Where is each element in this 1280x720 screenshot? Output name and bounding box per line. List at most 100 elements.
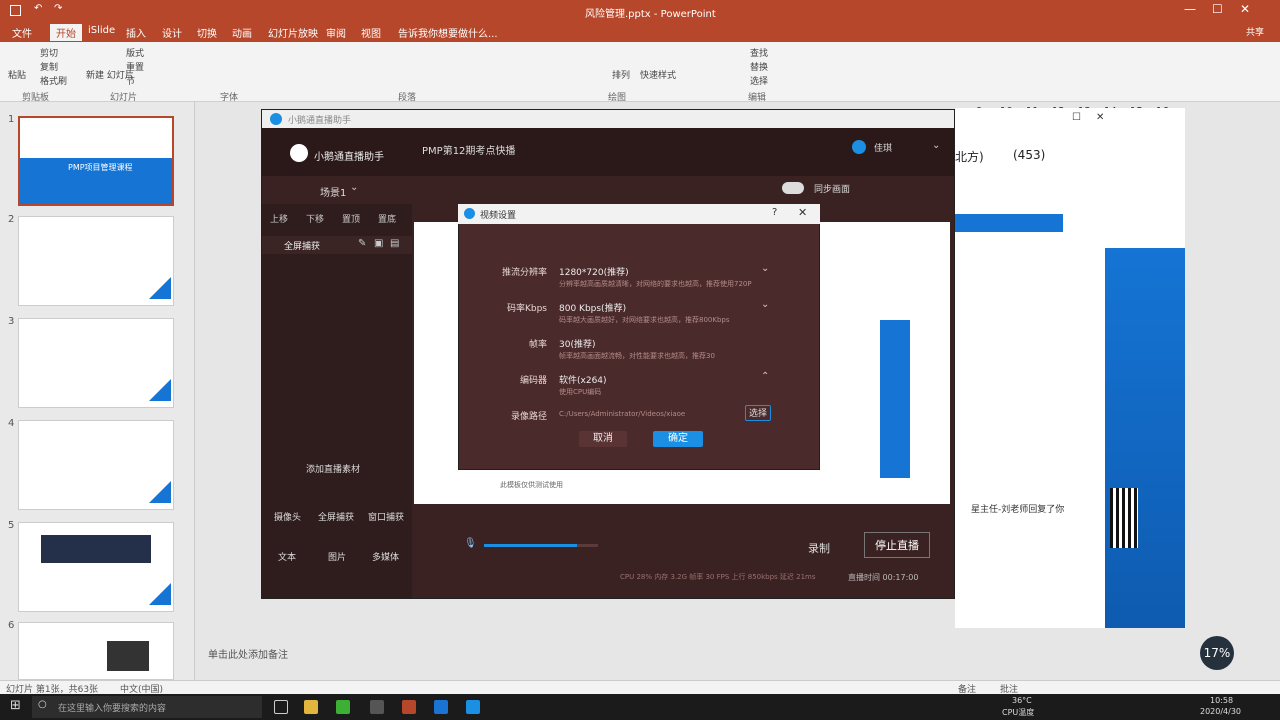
sync-toggle-label: 同步画面	[814, 185, 851, 195]
arrange-button[interactable]: 排列	[612, 68, 630, 81]
record-button[interactable]: 录制	[808, 540, 830, 556]
microphone-icon[interactable]: 🎙	[464, 538, 477, 549]
copy-button[interactable]: 复制	[40, 60, 58, 73]
encoder-chevron-icon[interactable]: ⌃	[761, 371, 769, 382]
move-down-button[interactable]: 下移	[306, 212, 324, 225]
slide-blue-shape	[1105, 248, 1185, 628]
replace-button[interactable]: 替换	[750, 60, 768, 73]
user-label[interactable]: 佳琪	[874, 141, 892, 154]
taskbar-search[interactable]: ○ 在这里输入你要搜索的内容	[32, 696, 262, 718]
task-view-icon[interactable]	[274, 700, 288, 714]
slide-thumb-1[interactable]: PMP项目管理课程	[18, 116, 174, 206]
window-capture-button[interactable]: 窗口捕获	[368, 510, 404, 523]
tab-insert[interactable]: 插入	[126, 25, 146, 40]
app-brand-icon	[290, 144, 308, 162]
resolution-chevron-icon[interactable]: ⌄	[761, 263, 769, 274]
bitrate-label: 码率Kbps	[506, 304, 547, 314]
user-avatar[interactable]	[852, 140, 866, 154]
minimize-button[interactable]: —	[1184, 2, 1196, 16]
text-source-button[interactable]: 文本	[278, 550, 296, 563]
notes-placeholder[interactable]: 单击此处添加备注	[208, 646, 288, 661]
ppt-taskbar-icon[interactable]	[402, 700, 416, 714]
redo-icon[interactable]: ↷	[54, 3, 62, 14]
tab-review[interactable]: 审阅	[326, 25, 346, 40]
clock-time[interactable]: 10:58	[1210, 696, 1233, 705]
tab-animations[interactable]: 动画	[232, 25, 252, 40]
scene-selector[interactable]: 场景1	[320, 184, 346, 199]
close-button[interactable]: ✕	[1240, 2, 1250, 16]
bitrate-hint: 码率越大画质越好，对网络要求也越高，推荐800Kbps	[559, 316, 730, 324]
tab-slideshow[interactable]: 幻灯片放映	[268, 25, 318, 40]
windows-start-icon[interactable]: ⊞	[10, 698, 21, 713]
bitrate-select[interactable]: 800 Kbps(推荐)	[559, 301, 626, 314]
explorer-icon[interactable]	[304, 700, 318, 714]
camera-source-button[interactable]: 摄像头	[274, 510, 301, 523]
tab-view[interactable]: 视图	[361, 25, 381, 40]
slide-thumbnails: 1 PMP项目管理课程 2 3 4 5 6	[0, 102, 195, 680]
scene-chevron-icon[interactable]: ⌄	[350, 182, 358, 193]
screen-capture-button[interactable]: 全屏捕获	[318, 510, 354, 523]
lock-icon[interactable]: ▣	[374, 238, 383, 249]
tab-design[interactable]: 设计	[162, 25, 182, 40]
cancel-button[interactable]: 取消	[579, 431, 627, 447]
stop-live-button[interactable]: 停止直播	[864, 532, 930, 558]
live-app-header: 小鹅通直播助手 PMP第12期考点快播 佳琪 ⌄	[262, 128, 954, 176]
dialog-close-button[interactable]: ✕	[798, 206, 807, 219]
move-bottom-button[interactable]: 置底	[378, 212, 396, 225]
search-icon: ○	[38, 699, 47, 710]
ribbon-group-labels: 剪贴板 幻灯片 字体 段落 绘图 编辑	[0, 90, 1280, 103]
help-icon[interactable]: ?	[772, 207, 777, 218]
ppt-title-bar: ↶ ↷ 风险管理.pptx - PowerPoint 康飞 — ☐ ✕	[0, 0, 1280, 38]
save-icon[interactable]	[10, 5, 21, 16]
encoder-select[interactable]: 软件(x264)	[559, 373, 607, 386]
app-icon[interactable]	[370, 700, 384, 714]
tab-islide[interactable]: iSlide	[88, 25, 115, 36]
slide-thumb-2[interactable]	[18, 216, 174, 306]
find-button[interactable]: 查找	[750, 46, 768, 59]
tab-file[interactable]: 文件	[12, 25, 32, 40]
volume-slider[interactable]	[484, 544, 598, 547]
select-button[interactable]: 选择	[750, 74, 768, 87]
slide-thumb-6[interactable]	[18, 622, 174, 680]
tell-me-search[interactable]: 告诉我你想要做什么...	[398, 25, 498, 40]
layout-button[interactable]: 版式	[126, 46, 144, 59]
clock-date[interactable]: 2020/4/30	[1200, 707, 1241, 716]
move-top-button[interactable]: 置顶	[342, 212, 360, 225]
browse-button[interactable]: 选择	[745, 405, 771, 421]
menu-chevron-icon[interactable]: ⌄	[932, 140, 940, 151]
reset-button[interactable]: 重置	[126, 60, 144, 73]
slide-thumb-5[interactable]	[18, 522, 174, 612]
undo-icon[interactable]: ↶	[34, 3, 42, 14]
live-app-taskbar-icon[interactable]	[466, 700, 480, 714]
ok-button[interactable]: 确定	[653, 431, 703, 447]
record-path-value[interactable]: C:/Users/Administrator/Videos/xiaoe	[559, 410, 685, 418]
media-source-button[interactable]: 多媒体	[372, 550, 399, 563]
app-maximize-button[interactable]: ☐	[1072, 112, 1081, 123]
app-close-button[interactable]: ✕	[1096, 112, 1104, 123]
paste-button[interactable]: 粘贴	[8, 68, 26, 81]
edit-icon[interactable]: ✎	[358, 238, 366, 249]
edge-icon[interactable]	[434, 700, 448, 714]
image-source-button[interactable]: 图片	[328, 550, 346, 563]
quick-styles-button[interactable]: 快速样式	[640, 68, 676, 81]
slide-thumb-4[interactable]	[18, 420, 174, 510]
section-button[interactable]: 节	[126, 74, 135, 87]
sync-toggle[interactable]	[782, 182, 804, 194]
app-window-title: 小鹅通直播助手	[288, 116, 352, 126]
cut-button[interactable]: 剪切	[40, 46, 58, 59]
slide-canvas[interactable]: 北方) (453) 星主任-刘老师回复了你	[955, 108, 1185, 628]
share-button[interactable]: 共享	[1246, 25, 1264, 38]
move-up-button[interactable]: 上移	[270, 212, 288, 225]
slide-number: 2	[8, 214, 15, 225]
delete-icon[interactable]: ▤	[390, 238, 399, 249]
source-item[interactable]: 全屏捕获 ✎ ▣ ▤	[262, 236, 412, 254]
framerate-select[interactable]: 30(推荐)	[559, 337, 595, 350]
tab-transitions[interactable]: 切换	[197, 25, 217, 40]
bitrate-chevron-icon[interactable]: ⌄	[761, 299, 769, 310]
wechat-icon[interactable]	[336, 700, 350, 714]
resolution-select[interactable]: 1280*720(推荐)	[559, 265, 629, 278]
format-painter-button[interactable]: 格式刷	[40, 74, 67, 87]
slide-thumb-3[interactable]	[18, 318, 174, 408]
maximize-button[interactable]: ☐	[1212, 2, 1223, 16]
tab-home[interactable]: 开始	[50, 24, 82, 41]
